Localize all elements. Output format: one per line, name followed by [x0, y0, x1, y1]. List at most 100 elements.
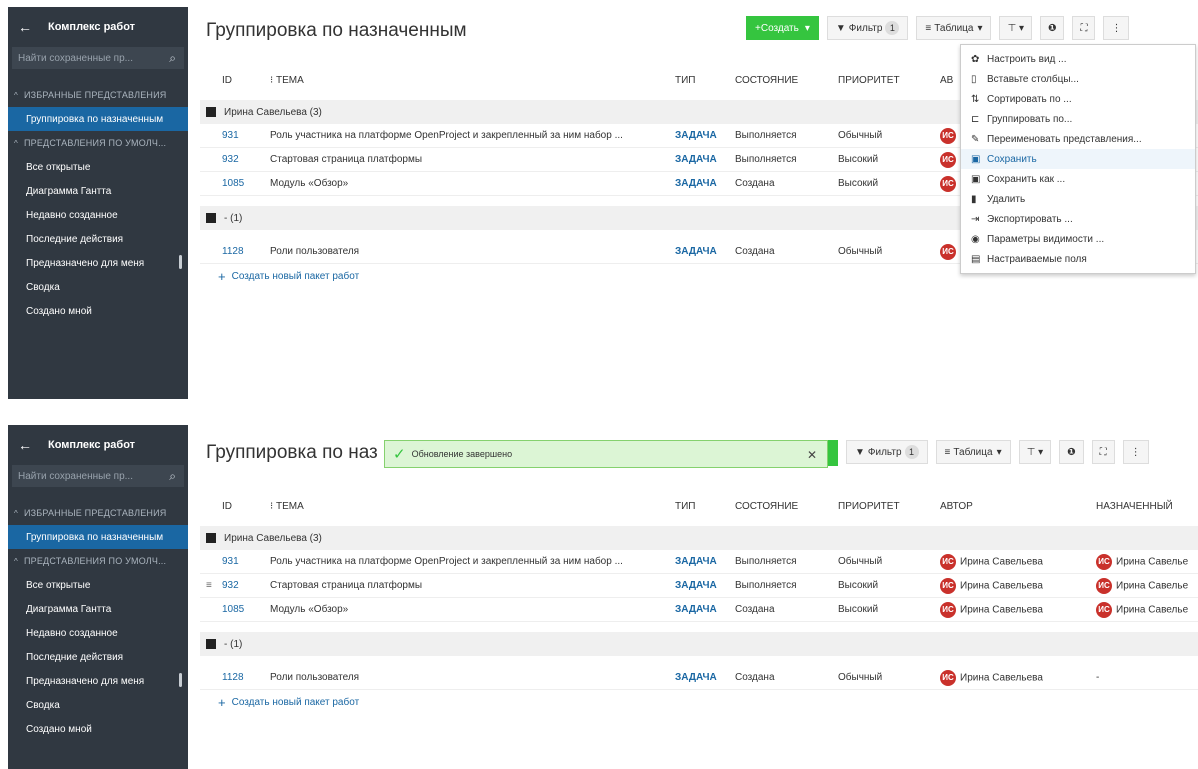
row-status[interactable]: Создана [735, 178, 775, 189]
column-header-priority[interactable]: ПРИОРИТЕТ [838, 75, 900, 86]
column-header-subject[interactable]: ⁝ ТЕМА [270, 75, 304, 86]
menu-item-delete[interactable]: ▮ Удалить [961, 189, 1195, 209]
sidebar-item-active[interactable]: Группировка по назначенным [8, 525, 188, 549]
row-status[interactable]: Выполняется [735, 580, 797, 591]
row-id[interactable]: 931 [222, 130, 239, 141]
table-row[interactable]: 1085 Модуль «Обзор» ЗАДАЧА Создана Высок… [200, 598, 1198, 622]
sidebar-item[interactable]: Предназначено для меня [8, 251, 188, 275]
row-id[interactable]: 931 [222, 556, 239, 567]
row-status[interactable]: Создана [735, 672, 775, 683]
table-row[interactable]: 1128 Роли пользователя ЗАДАЧА Создана Об… [200, 666, 1198, 690]
assignee-name[interactable]: Ирина Савелье [1116, 557, 1188, 568]
row-subject[interactable]: Роли пользователя [270, 246, 359, 257]
menu-item-sort[interactable]: ⇅ Сортировать по ... [961, 89, 1195, 109]
view-mode-button[interactable]: ≡ Таблица ▾ [916, 16, 992, 40]
filter-button[interactable]: ▼ Фильтр 1 [826, 16, 909, 40]
column-header-status[interactable]: СОСТОЯНИЕ [735, 75, 798, 86]
sidebar-item[interactable]: Предназначено для меня [8, 669, 188, 693]
sidebar-item[interactable]: Создано мной [8, 299, 188, 323]
menu-item-custom-fields[interactable]: ▤ Настраиваемые поля [961, 249, 1195, 269]
row-subject[interactable]: Роли пользователя [270, 672, 359, 683]
row-id[interactable]: 1128 [222, 672, 244, 683]
row-id[interactable]: 932 [222, 154, 239, 165]
menu-item-save[interactable]: ▣ Сохранить [961, 149, 1195, 169]
column-header-author[interactable]: АВТОР [940, 501, 973, 512]
fullscreen-button[interactable]: ⛶ [1091, 440, 1115, 464]
group-header[interactable]: Ирина Савельева (3) [200, 526, 1198, 550]
menu-item-save-as[interactable]: ▣ Сохранить как ... [961, 169, 1195, 189]
column-header-author[interactable]: АВ [940, 75, 953, 86]
sidebar-section-default[interactable]: ^ ПРЕДСТАВЛЕНИЯ ПО УМОЛЧ... [8, 131, 188, 155]
drag-handle-icon[interactable]: ≡ [206, 580, 212, 591]
sidebar-search-input[interactable]: Найти сохраненные пр... ⌕ [12, 465, 184, 487]
column-header-id[interactable]: ID [222, 75, 232, 86]
menu-item-insert-columns[interactable]: ▯ Вставьте столбцы... [961, 69, 1195, 89]
column-header-priority[interactable]: ПРИОРИТЕТ [838, 501, 900, 512]
collapse-toggle-icon[interactable] [206, 107, 216, 117]
sidebar-back-link[interactable]: ← Комплекс работ [8, 425, 188, 465]
row-priority[interactable]: Обычный [838, 246, 882, 257]
sidebar-section-favorites[interactable]: ^ ИЗБРАННЫЕ ПРЕДСТАВЛЕНИЯ [8, 83, 188, 107]
collapse-toggle-icon[interactable] [206, 639, 216, 649]
more-button[interactable]: ⋮ [1122, 440, 1149, 464]
hierarchy-button[interactable]: ⊤ ▾ [999, 16, 1032, 40]
row-subject[interactable]: Модуль «Обзор» [270, 178, 348, 189]
column-header-subject[interactable]: ⁝ ТЕМА [270, 501, 304, 512]
sidebar-section-favorites[interactable]: ^ ИЗБРАННЫЕ ПРЕДСТАВЛЕНИЯ [8, 501, 188, 525]
row-priority[interactable]: Обычный [838, 556, 882, 567]
row-id[interactable]: 1085 [222, 604, 244, 615]
sidebar-item[interactable]: Все открытые [8, 573, 188, 597]
row-subject[interactable]: Модуль «Обзор» [270, 604, 348, 615]
row-subject[interactable]: Роль участника на платформе OpenProject … [270, 556, 623, 567]
group-header[interactable]: - (1) [200, 632, 1198, 656]
row-subject[interactable]: Стартовая страница платформы [270, 154, 422, 165]
column-header-id[interactable]: ID [222, 501, 232, 512]
row-status[interactable]: Создана [735, 604, 775, 615]
row-id[interactable]: 1085 [222, 178, 244, 189]
menu-item-group[interactable]: ⊏ Группировать по... [961, 109, 1195, 129]
table-row[interactable]: 931 Роль участника на платформе OpenProj… [200, 550, 1198, 574]
row-subject[interactable]: Стартовая страница платформы [270, 580, 422, 591]
details-button[interactable]: ❶ [1059, 440, 1084, 464]
column-header-status[interactable]: СОСТОЯНИЕ [735, 501, 798, 512]
sidebar-item[interactable]: Создано мной [8, 717, 188, 741]
menu-item-export[interactable]: ⇥ Экспортировать ... [961, 209, 1195, 229]
sidebar-item-active[interactable]: Группировка по назначенным [8, 107, 188, 131]
row-id[interactable]: 932 [222, 580, 239, 591]
row-status[interactable]: Выполняется [735, 556, 797, 567]
author-name[interactable]: Ирина Савельева [960, 673, 1043, 684]
row-subject[interactable]: Роль участника на платформе OpenProject … [270, 130, 623, 141]
row-priority[interactable]: Высокий [838, 178, 878, 189]
sidebar-item[interactable]: Недавно созданное [8, 621, 188, 645]
create-button[interactable]: + Создать ▾ [746, 16, 819, 40]
sidebar-item[interactable]: Сводка [8, 275, 188, 299]
row-status[interactable]: Создана [735, 246, 775, 257]
sidebar-item[interactable]: Все открытые [8, 155, 188, 179]
sidebar-item[interactable]: Последние действия [8, 227, 188, 251]
view-mode-button[interactable]: ≡ Таблица ▾ [935, 440, 1011, 464]
sidebar-back-link[interactable]: ← Комплекс работ [8, 7, 188, 47]
collapse-toggle-icon[interactable] [206, 213, 216, 223]
hierarchy-button[interactable]: ⊤ ▾ [1018, 440, 1052, 464]
sidebar-item[interactable]: Последние действия [8, 645, 188, 669]
row-priority[interactable]: Высокий [838, 580, 878, 591]
table-row[interactable]: ≡ 932 Стартовая страница платформы ЗАДАЧ… [200, 574, 1198, 598]
fullscreen-button[interactable]: ⛶ [1072, 16, 1096, 40]
search-icon[interactable]: ⌕ [169, 51, 176, 66]
more-button[interactable]: ⋮ [1103, 16, 1130, 40]
column-header-type[interactable]: ТИП [675, 75, 695, 86]
sidebar-section-default[interactable]: ^ ПРЕДСТАВЛЕНИЯ ПО УМОЛЧ... [8, 549, 188, 573]
sidebar-item[interactable]: Диаграмма Гантта [8, 597, 188, 621]
row-priority[interactable]: Высокий [838, 154, 878, 165]
sidebar-item[interactable]: Сводка [8, 693, 188, 717]
collapse-toggle-icon[interactable] [206, 533, 216, 543]
add-work-package-link[interactable]: + Создать новый пакет работ [200, 690, 1198, 714]
assignee-name[interactable]: Ирина Савелье [1116, 581, 1188, 592]
column-header-type[interactable]: ТИП [675, 501, 695, 512]
sidebar-item[interactable]: Диаграмма Гантта [8, 179, 188, 203]
assignee-name[interactable]: Ирина Савелье [1116, 605, 1188, 616]
sidebar-scrollbar[interactable] [179, 673, 182, 687]
sidebar-item[interactable]: Недавно созданное [8, 203, 188, 227]
close-icon[interactable]: ✕ [807, 448, 817, 462]
search-icon[interactable]: ⌕ [169, 469, 176, 484]
